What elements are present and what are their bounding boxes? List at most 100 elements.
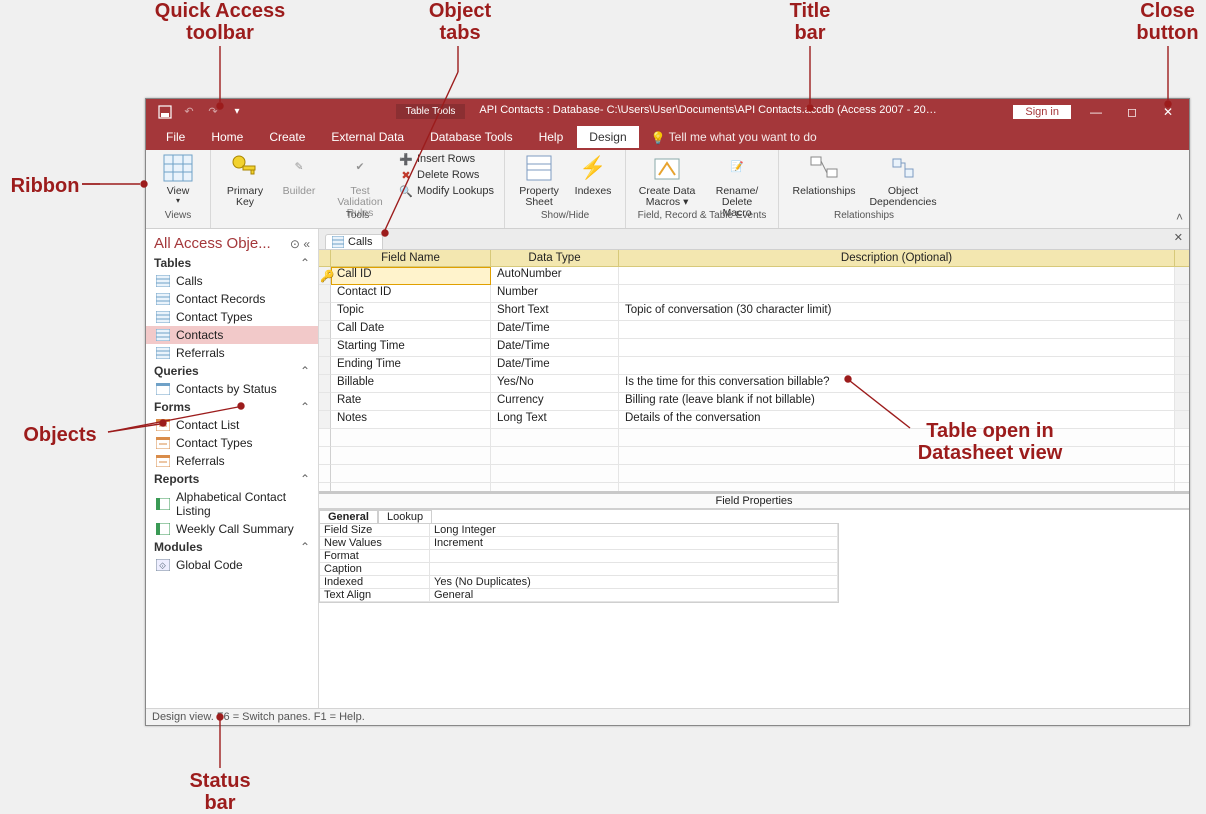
field-row[interactable]: Starting TimeDate/Time	[319, 339, 1189, 357]
nav-section-tables[interactable]: Tables⌃	[146, 254, 318, 272]
field-row-empty[interactable]	[319, 465, 1189, 483]
property-value[interactable]	[430, 550, 838, 563]
field-row[interactable]: BillableYes/NoIs the time for this conve…	[319, 375, 1189, 393]
cell-data-type[interactable]: Yes/No	[491, 375, 619, 393]
cell-data-type[interactable]: Date/Time	[491, 339, 619, 357]
cell-description[interactable]: Billing rate (leave blank if not billabl…	[619, 393, 1175, 411]
cell-data-type[interactable]: Long Text	[491, 411, 619, 429]
cell-field-name[interactable]: Billable	[331, 375, 491, 393]
cell-field-name[interactable]: Call ID	[331, 267, 491, 285]
nav-section-reports[interactable]: Reports⌃	[146, 470, 318, 488]
nav-item-report[interactable]: Weekly Call Summary	[146, 520, 318, 538]
tab-design[interactable]: Design	[577, 126, 638, 148]
nav-item-table[interactable]: Referrals	[146, 344, 318, 362]
nav-collapse-icon[interactable]: «	[303, 237, 310, 251]
col-data-type[interactable]: Data Type	[491, 250, 619, 266]
undo-icon[interactable]: ↶	[182, 105, 196, 119]
row-selector[interactable]	[319, 375, 331, 393]
nav-dropdown-icon[interactable]: ⊙	[290, 237, 300, 251]
row-selector[interactable]	[319, 411, 331, 429]
tab-file[interactable]: File	[154, 126, 197, 148]
cell-field-name[interactable]: Call Date	[331, 321, 491, 339]
cell-data-type[interactable]: Date/Time	[491, 357, 619, 375]
property-value[interactable]: Long Integer	[430, 524, 838, 537]
property-row[interactable]: New ValuesIncrement	[320, 537, 838, 550]
insert-rows-button[interactable]: ➕Insert Rows	[399, 152, 494, 166]
minimize-button[interactable]: —	[1079, 99, 1113, 124]
maximize-button[interactable]: ◻	[1115, 99, 1149, 124]
collapse-ribbon-button[interactable]: ˄	[1176, 210, 1183, 224]
property-row[interactable]: IndexedYes (No Duplicates)	[320, 576, 838, 589]
tab-create[interactable]: Create	[257, 126, 317, 148]
property-row[interactable]: Field SizeLong Integer	[320, 524, 838, 537]
cell-data-type[interactable]: Short Text	[491, 303, 619, 321]
cell-description[interactable]: Is the time for this conversation billab…	[619, 375, 1175, 393]
field-row[interactable]: Call DateDate/Time	[319, 321, 1189, 339]
save-icon[interactable]	[158, 105, 172, 119]
cell-description[interactable]	[619, 357, 1175, 375]
indexes-button[interactable]: ⚡ Indexes	[571, 152, 615, 197]
builder-button[interactable]: ✎ Builder	[277, 152, 321, 197]
nav-item-query[interactable]: Contacts by Status	[146, 380, 318, 398]
cell-data-type[interactable]: Date/Time	[491, 321, 619, 339]
field-row[interactable]: Ending TimeDate/Time	[319, 357, 1189, 375]
object-dependencies-button[interactable]: Object Dependencies	[867, 152, 939, 208]
nav-section-queries[interactable]: Queries⌃	[146, 362, 318, 380]
cell-description[interactable]: Details of the conversation	[619, 411, 1175, 429]
nav-item-form[interactable]: Contact List	[146, 416, 318, 434]
nav-pane-header[interactable]: All Access Obje... ⊙ «	[146, 229, 318, 254]
nav-item-table[interactable]: Calls	[146, 272, 318, 290]
field-row-empty[interactable]	[319, 483, 1189, 491]
cell-description[interactable]: Topic of conversation (30 character limi…	[619, 303, 1175, 321]
cell-field-name[interactable]: Ending Time	[331, 357, 491, 375]
nav-item-module[interactable]: ⟐Global Code	[146, 556, 318, 574]
field-row[interactable]: 🔑Call IDAutoNumber	[319, 267, 1189, 285]
cell-data-type[interactable]: Currency	[491, 393, 619, 411]
nav-section-forms[interactable]: Forms⌃	[146, 398, 318, 416]
close-tab-button[interactable]: ✕	[1174, 231, 1183, 244]
row-selector[interactable]	[319, 321, 331, 339]
cell-description[interactable]	[619, 339, 1175, 357]
row-selector[interactable]: 🔑	[319, 267, 331, 285]
qat-customize-icon[interactable]: ▾	[230, 105, 244, 119]
close-button[interactable]: ✕	[1151, 99, 1185, 124]
nav-item-form[interactable]: Contact Types	[146, 434, 318, 452]
tab-database-tools[interactable]: Database Tools	[418, 126, 525, 148]
nav-item-report[interactable]: Alphabetical Contact Listing	[146, 488, 318, 520]
property-value[interactable]	[430, 563, 838, 576]
row-selector[interactable]	[319, 285, 331, 303]
property-row[interactable]: Format	[320, 550, 838, 563]
cell-data-type[interactable]: Number	[491, 285, 619, 303]
cell-field-name[interactable]: Contact ID	[331, 285, 491, 303]
nav-item-table[interactable]: Contact Types	[146, 308, 318, 326]
property-value[interactable]: General	[430, 589, 838, 602]
sign-in-button[interactable]: Sign in	[1013, 105, 1071, 119]
primary-key-button[interactable]: Primary Key	[221, 152, 269, 208]
property-row[interactable]: Caption	[320, 563, 838, 576]
field-row[interactable]: RateCurrencyBilling rate (leave blank if…	[319, 393, 1189, 411]
tab-home[interactable]: Home	[199, 126, 255, 148]
field-row[interactable]: Contact IDNumber	[319, 285, 1189, 303]
tab-external-data[interactable]: External Data	[319, 126, 416, 148]
property-value[interactable]: Increment	[430, 537, 838, 550]
redo-icon[interactable]: ↷	[206, 105, 220, 119]
cell-data-type[interactable]: AutoNumber	[491, 267, 619, 285]
nav-item-table[interactable]: Contact Records	[146, 290, 318, 308]
relationships-button[interactable]: Relationships	[789, 152, 859, 197]
modify-lookups-button[interactable]: 🔍Modify Lookups	[399, 184, 494, 198]
object-tab-calls[interactable]: Calls	[325, 234, 383, 249]
tab-lookup[interactable]: Lookup	[378, 510, 432, 523]
property-sheet-button[interactable]: Property Sheet	[515, 152, 563, 208]
col-description[interactable]: Description (Optional)	[619, 250, 1175, 266]
row-selector[interactable]	[319, 303, 331, 321]
view-button[interactable]: View ▾	[156, 152, 200, 205]
nav-item-table[interactable]: Contacts	[146, 326, 318, 344]
cell-description[interactable]	[619, 285, 1175, 303]
property-row[interactable]: Text AlignGeneral	[320, 589, 838, 602]
nav-item-form[interactable]: Referrals	[146, 452, 318, 470]
delete-rows-button[interactable]: ✖Delete Rows	[399, 168, 494, 182]
cell-field-name[interactable]: Notes	[331, 411, 491, 429]
tell-me-search[interactable]: 💡 Tell me what you want to do	[651, 130, 817, 144]
tab-help[interactable]: Help	[527, 126, 576, 148]
tab-general[interactable]: General	[319, 510, 378, 523]
